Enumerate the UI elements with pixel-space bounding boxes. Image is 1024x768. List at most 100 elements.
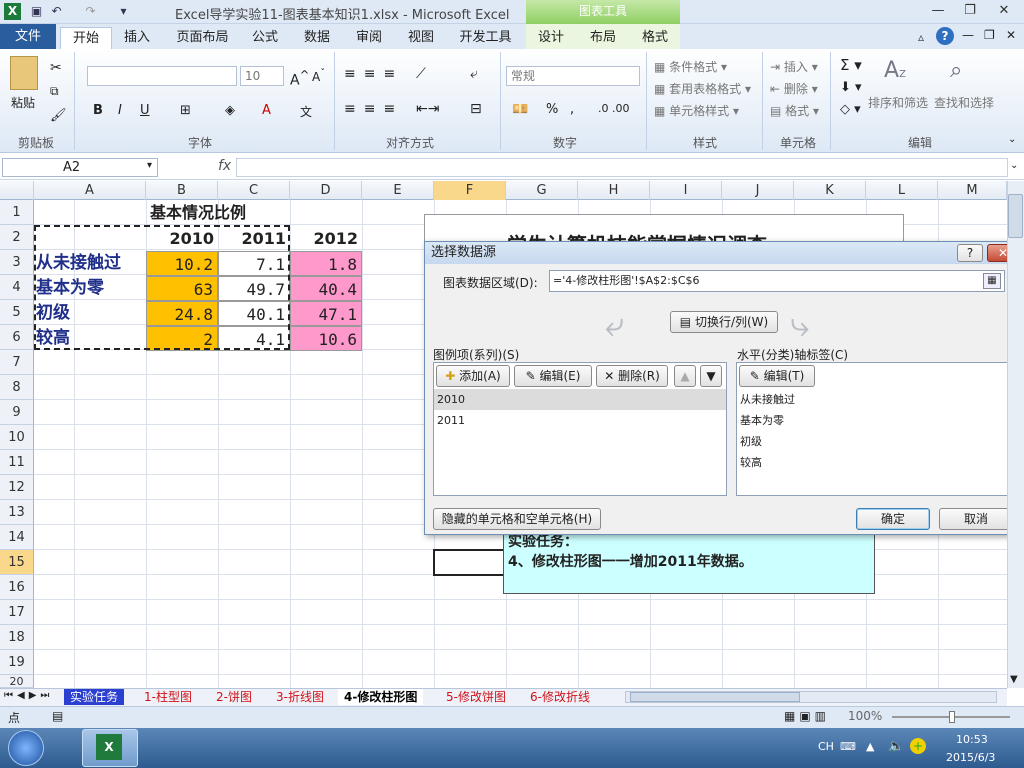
copy-icon[interactable]: ⧉: [50, 84, 59, 99]
row-header-9[interactable]: 9: [0, 400, 34, 425]
chart-area[interactable]: 学生计算机技能掌握情况调查: [424, 214, 904, 244]
name-box-dropdown-icon[interactable]: ▾: [147, 160, 152, 171]
sheet-tab[interactable]: 5-修改饼图: [440, 689, 512, 705]
edit-series-button[interactable]: ✎ 编辑(E): [514, 365, 592, 387]
year-2012-cell[interactable]: 2012: [290, 226, 362, 251]
merge-icon[interactable]: ⊟: [470, 101, 482, 117]
cancel-button[interactable]: 取消: [939, 508, 1013, 530]
hidden-cells-button[interactable]: 隐藏的单元格和空单元格(H): [433, 508, 601, 530]
clock-time[interactable]: 10:53: [956, 733, 988, 746]
tab-developer[interactable]: 开发工具: [458, 27, 513, 49]
sort-filter-icon[interactable]: AZ: [884, 58, 906, 83]
percent-icon[interactable]: %: [546, 102, 558, 117]
format-cells-button[interactable]: ▤ 格式 ▾: [770, 102, 819, 119]
axis-label-item[interactable]: 基本为零: [737, 410, 1013, 431]
delete-cells-button[interactable]: ⇤ 删除 ▾: [770, 80, 818, 97]
label-cell[interactable]: 从未接触过: [36, 251, 146, 276]
volume-icon[interactable]: 🔈: [888, 739, 904, 754]
collapse-ribbon-icon[interactable]: ▵: [918, 30, 924, 44]
label-cell[interactable]: 基本为零: [36, 276, 146, 301]
horizontal-scroll-thumb[interactable]: [630, 692, 800, 702]
value-2011-cell[interactable]: 7.1: [218, 251, 290, 276]
zoom-level[interactable]: 100%: [848, 709, 882, 723]
year-2011-cell[interactable]: 2011: [218, 226, 290, 251]
help-icon[interactable]: ?: [936, 27, 954, 45]
clear-icon[interactable]: ◇ ▾: [840, 102, 861, 117]
find-select-icon[interactable]: ⌕: [950, 58, 962, 83]
row-header-7[interactable]: 7: [0, 350, 34, 375]
row-header-5[interactable]: 5: [0, 300, 34, 325]
value-2012-cell[interactable]: 47.1: [290, 301, 362, 326]
col-header-D[interactable]: D: [290, 181, 362, 200]
col-header-J[interactable]: J: [722, 181, 794, 200]
col-header-C[interactable]: C: [218, 181, 290, 200]
label-cell[interactable]: 初级: [36, 301, 146, 326]
axis-label-item[interactable]: 较高: [737, 452, 1013, 473]
row-header-18[interactable]: 18: [0, 625, 34, 650]
bold-button[interactable]: B: [93, 103, 103, 118]
italic-button[interactable]: I: [118, 103, 122, 118]
start-button-icon[interactable]: [8, 730, 44, 766]
comma-icon[interactable]: ,: [570, 102, 574, 117]
save-icon[interactable]: ▣: [28, 3, 45, 20]
add-series-button[interactable]: ✚ 添加(A): [436, 365, 510, 387]
fill-icon[interactable]: ⬇ ▾: [840, 80, 862, 95]
format-painter-icon[interactable]: 🖌: [50, 108, 67, 123]
shrink-font-icon[interactable]: Aˇ: [312, 68, 325, 84]
network-icon[interactable]: +: [910, 738, 926, 754]
task-note-shape[interactable]: 实验任务： 4、修改柱形图一一增加2011年数据。: [503, 530, 875, 594]
underline-button[interactable]: U: [140, 103, 150, 118]
row-header-2[interactable]: 2: [0, 225, 34, 250]
tab-layout[interactable]: 布局: [588, 27, 618, 49]
currency-icon[interactable]: 💴: [512, 102, 528, 117]
row-header-16[interactable]: 16: [0, 575, 34, 600]
paste-label[interactable]: 粘贴: [11, 94, 35, 111]
cut-icon[interactable]: ✂: [50, 60, 62, 76]
col-header-M[interactable]: M: [938, 181, 1007, 200]
row-header-17[interactable]: 17: [0, 600, 34, 625]
phonetic-icon[interactable]: 文: [300, 103, 312, 120]
row-header-3[interactable]: 3: [0, 250, 34, 275]
undo-icon[interactable]: ↶: [48, 3, 65, 20]
switch-row-column-button[interactable]: ▤ 切换行/列(W): [670, 311, 778, 333]
tab-page-layout[interactable]: 页面布局: [175, 27, 230, 49]
row-header-6[interactable]: 6: [0, 325, 34, 350]
name-box[interactable]: A2: [2, 158, 158, 177]
dialog-help-button[interactable]: ?: [957, 244, 983, 262]
tab-format[interactable]: 格式: [640, 27, 670, 49]
cell-styles-button[interactable]: ▦ 单元格样式 ▾: [654, 102, 739, 119]
find-select-label[interactable]: 查找和选择: [934, 94, 994, 111]
tab-design[interactable]: 设计: [536, 27, 566, 49]
ribbon-expand-icon[interactable]: ⌄: [1008, 134, 1016, 145]
fill-color-icon[interactable]: ◈: [225, 103, 235, 118]
ok-button[interactable]: 确定: [856, 508, 930, 530]
value-2011-cell[interactable]: 4.1: [218, 326, 290, 351]
row-header-4[interactable]: 4: [0, 275, 34, 300]
wb-restore-icon[interactable]: ❐: [984, 28, 995, 42]
col-header-F[interactable]: F: [434, 181, 506, 200]
row-header-13[interactable]: 13: [0, 500, 34, 525]
view-mode-icons[interactable]: ▦▣▥: [784, 709, 830, 723]
row-header-10[interactable]: 10: [0, 425, 34, 450]
axis-label-item[interactable]: 从未接触过: [737, 389, 1013, 410]
decimal-icons[interactable]: .0 .00: [598, 102, 630, 115]
row-header-14[interactable]: 14: [0, 525, 34, 550]
col-header-A[interactable]: A: [34, 181, 146, 200]
row-header-20[interactable]: 20: [0, 675, 34, 688]
label-cell[interactable]: 较高: [36, 326, 146, 351]
value-2010-cell[interactable]: 2: [146, 326, 218, 351]
row-header-1[interactable]: 1: [0, 200, 34, 225]
number-format-combo[interactable]: 常规: [506, 66, 640, 86]
zoom-slider-thumb[interactable]: [949, 711, 955, 723]
clock-date[interactable]: 2015/6/3: [946, 751, 995, 764]
font-color-icon[interactable]: A: [262, 103, 271, 118]
sort-filter-label[interactable]: 排序和筛选: [868, 94, 928, 111]
row-header-19[interactable]: 19: [0, 650, 34, 675]
axis-label-item[interactable]: 初级: [737, 431, 1013, 452]
wb-close-icon[interactable]: ✕: [1006, 28, 1016, 42]
value-2012-cell[interactable]: 1.8: [290, 251, 362, 276]
tab-review[interactable]: 审阅: [354, 27, 384, 49]
macro-record-icon[interactable]: ▤: [52, 709, 63, 723]
insert-cells-button[interactable]: ⇥ 插入 ▾: [770, 58, 818, 75]
row-header-12[interactable]: 12: [0, 475, 34, 500]
